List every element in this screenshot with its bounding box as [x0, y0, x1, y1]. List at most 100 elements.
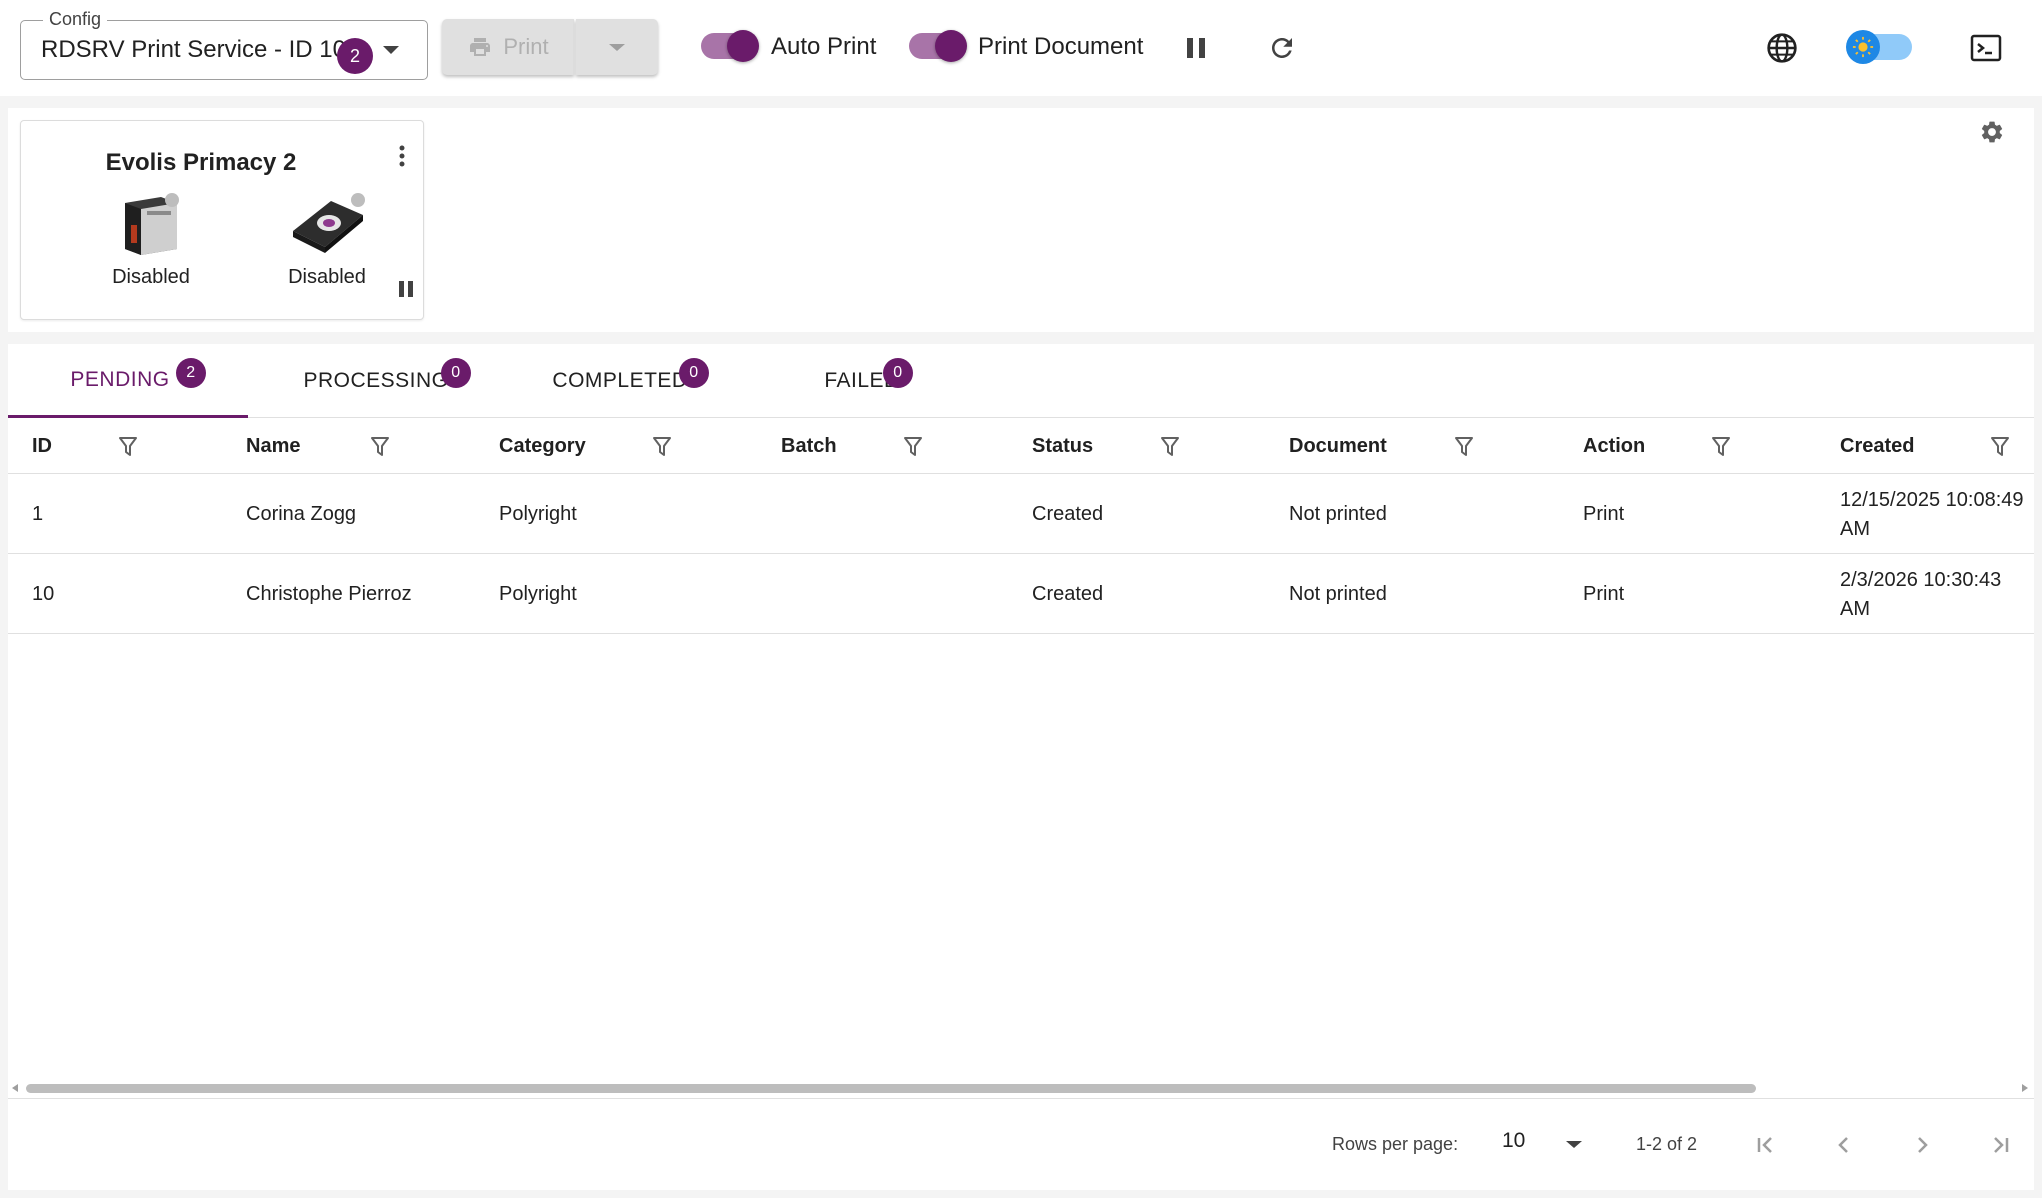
- card-reader-device: Disabled: [267, 189, 387, 289]
- header-action[interactable]: Action: [1583, 418, 1645, 474]
- pagination-range: 1-2 of 2: [1636, 1134, 1698, 1154]
- next-page-button[interactable]: [1906, 1129, 1938, 1161]
- card-printer-device: Disabled: [91, 189, 211, 289]
- toggle-knob: [727, 30, 759, 62]
- status-tabs: PENDING 2 PROCESSING 0 COMPLETED 0 FAILE…: [8, 344, 2034, 418]
- tab-count-badge: 0: [441, 358, 471, 388]
- header-id[interactable]: ID: [32, 418, 52, 474]
- pause-icon: [399, 281, 413, 297]
- printer-panel: Evolis Primacy 2 Disabled Disabled: [8, 108, 2034, 332]
- scroll-left-icon[interactable]: [12, 1084, 18, 1092]
- config-select[interactable]: Config RDSRV Print Service - ID 10 2: [20, 9, 428, 80]
- last-page-button[interactable]: [1984, 1129, 2016, 1161]
- tab-label: PROCESSING: [303, 369, 449, 392]
- cell-id: 1: [32, 503, 44, 525]
- tab-completed[interactable]: COMPLETED 0: [508, 344, 748, 418]
- filter-icon[interactable]: [1160, 436, 1180, 458]
- printer-pause-button[interactable]: [395, 277, 417, 301]
- more-vert-icon: [399, 145, 405, 167]
- horizontal-scrollbar[interactable]: [8, 1080, 2034, 1096]
- cell-name: Corina Zogg: [246, 503, 357, 525]
- filter-icon[interactable]: [1454, 436, 1474, 458]
- cell-status: Created: [1032, 503, 1104, 525]
- tab-count-badge: 0: [679, 358, 709, 388]
- first-page-button[interactable]: [1750, 1129, 1782, 1161]
- print-button[interactable]: Print: [442, 19, 574, 75]
- tab-count-badge: 0: [883, 358, 913, 388]
- printer-menu-button[interactable]: [387, 139, 417, 173]
- cell-action[interactable]: Print: [1583, 555, 1624, 634]
- chevron-down-icon: [383, 46, 399, 54]
- refresh-button[interactable]: [1262, 28, 1302, 68]
- cell-id: 10: [32, 583, 55, 605]
- scroll-right-icon[interactable]: [2022, 1084, 2028, 1092]
- tab-label: COMPLETED: [552, 369, 688, 392]
- header-status[interactable]: Status: [1032, 418, 1093, 474]
- filter-icon[interactable]: [1990, 436, 2010, 458]
- config-value: RDSRV Print Service - ID 10: [41, 36, 346, 63]
- caret-down-icon: [609, 43, 625, 51]
- print-button-label: Print: [503, 34, 549, 59]
- chevron-right-icon: [1918, 1137, 1928, 1153]
- table-row[interactable]: 10 Christophe Pierroz Polyright Created …: [8, 555, 2034, 634]
- cell-action[interactable]: Print: [1583, 475, 1624, 554]
- gear-icon: [1981, 121, 2003, 143]
- tab-processing[interactable]: PROCESSING 0: [264, 344, 504, 418]
- cell-category: Polyright: [499, 583, 577, 605]
- tab-pending[interactable]: PENDING 2: [8, 344, 248, 418]
- toggle-knob: [935, 30, 967, 62]
- header-category[interactable]: Category: [499, 418, 586, 474]
- cell-status: Created: [1032, 583, 1104, 605]
- card-printer-status: Disabled: [112, 266, 190, 288]
- filter-icon[interactable]: [903, 436, 923, 458]
- config-badge: 2: [337, 38, 373, 74]
- terminal-button[interactable]: [1966, 28, 2006, 68]
- cell-document: Not printed: [1289, 583, 1387, 605]
- header-created[interactable]: Created: [1840, 418, 1914, 474]
- cell-document: Not printed: [1289, 503, 1387, 525]
- filter-icon[interactable]: [652, 436, 672, 458]
- language-button[interactable]: [1762, 28, 1802, 68]
- last-page-icon: [1994, 1137, 2009, 1153]
- settings-button[interactable]: [1974, 114, 2010, 150]
- pause-button[interactable]: [1178, 30, 1214, 66]
- header-batch[interactable]: Batch: [781, 418, 837, 474]
- table-row[interactable]: 1 Corina Zogg Polyright Created Not prin…: [8, 475, 2034, 554]
- filter-icon[interactable]: [370, 436, 390, 458]
- pause-icon: [1187, 38, 1205, 58]
- tab-failed[interactable]: FAILED 0: [750, 344, 990, 418]
- auto-print-toggle[interactable]: [701, 30, 759, 62]
- globe-icon: [1767, 33, 1797, 63]
- header-name[interactable]: Name: [246, 418, 300, 474]
- table-footer: Rows per page: 10 1-2 of 2: [8, 1098, 2034, 1190]
- header-document[interactable]: Document: [1289, 418, 1387, 474]
- cell-created: 12/15/2025 10:08:49 AM: [1840, 488, 2024, 540]
- print-document-label: Print Document: [978, 33, 1144, 60]
- cell-category: Polyright: [499, 503, 577, 525]
- auto-print-label: Auto Print: [771, 33, 877, 60]
- sun-icon: [1846, 30, 1880, 64]
- rows-per-page-label: Rows per page:: [1332, 1134, 1459, 1154]
- filter-icon[interactable]: [1711, 436, 1731, 458]
- tab-label: PENDING: [70, 367, 170, 391]
- refresh-icon: [1272, 38, 1292, 58]
- scrollbar-thumb[interactable]: [26, 1084, 1756, 1093]
- print-options-button[interactable]: [576, 19, 658, 75]
- filter-icon[interactable]: [118, 436, 138, 458]
- card-reader-status: Disabled: [288, 266, 366, 288]
- tab-count-badge: 2: [176, 358, 206, 388]
- cell-created: 2/3/2026 10:30:43 AM: [1840, 568, 2002, 620]
- top-toolbar: Config RDSRV Print Service - ID 10 2 Pri…: [0, 0, 2042, 96]
- printer-card: Evolis Primacy 2 Disabled Disabled: [20, 120, 424, 320]
- printer-icon: [470, 38, 491, 56]
- print-document-toggle[interactable]: [909, 30, 967, 62]
- printer-name: Evolis Primacy 2: [105, 149, 297, 176]
- theme-toggle[interactable]: [1846, 30, 1912, 64]
- chevron-down-icon[interactable]: [1566, 1141, 1582, 1148]
- config-label: Config: [43, 9, 108, 30]
- previous-page-button[interactable]: [1828, 1129, 1860, 1161]
- status-dot: [351, 193, 365, 207]
- cell-name: Christophe Pierroz: [246, 583, 412, 605]
- status-dot: [165, 193, 179, 207]
- rows-per-page-select[interactable]: 10: [1502, 1129, 1525, 1153]
